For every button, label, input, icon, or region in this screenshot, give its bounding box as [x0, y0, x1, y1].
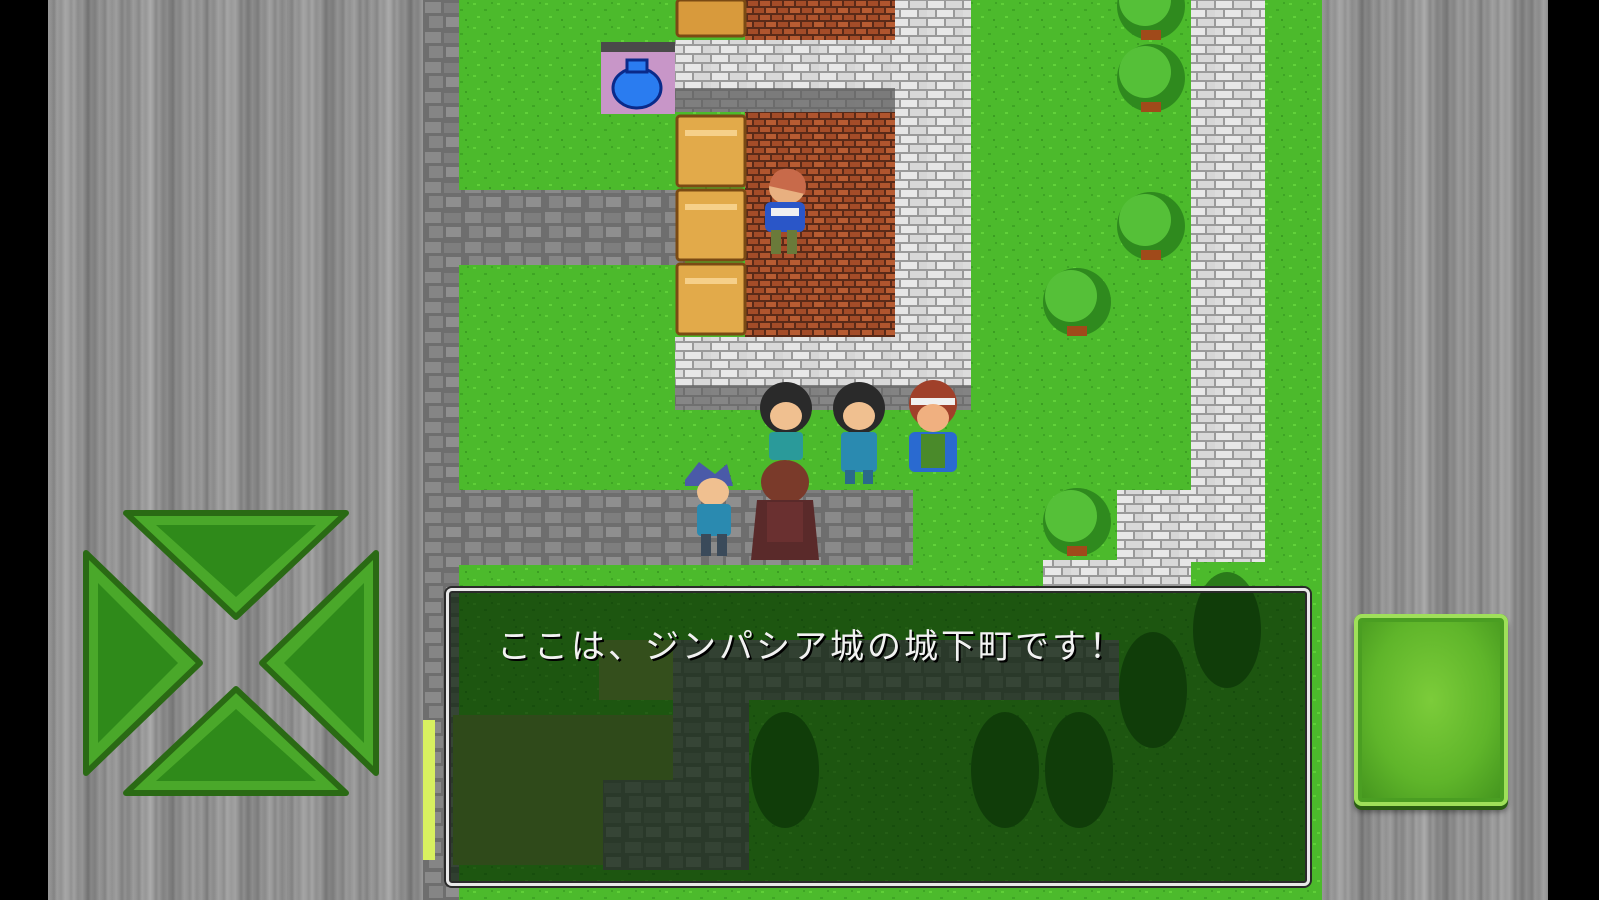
dpad-right-button[interactable]: [256, 543, 384, 783]
dpad: [78, 505, 394, 821]
right-letterbox: [1548, 0, 1599, 900]
left-letterbox: [0, 0, 48, 900]
dialog-message: ここは、ジンパシア城の城下町です！: [497, 627, 1126, 667]
triangle-left-icon: [83, 550, 203, 776]
triangle-right-icon: [259, 550, 379, 776]
action-button[interactable]: [1354, 614, 1508, 806]
dpad-left-button[interactable]: [78, 543, 206, 783]
message-window[interactable]: ここは、ジンパシア城の城下町です！: [446, 588, 1310, 886]
